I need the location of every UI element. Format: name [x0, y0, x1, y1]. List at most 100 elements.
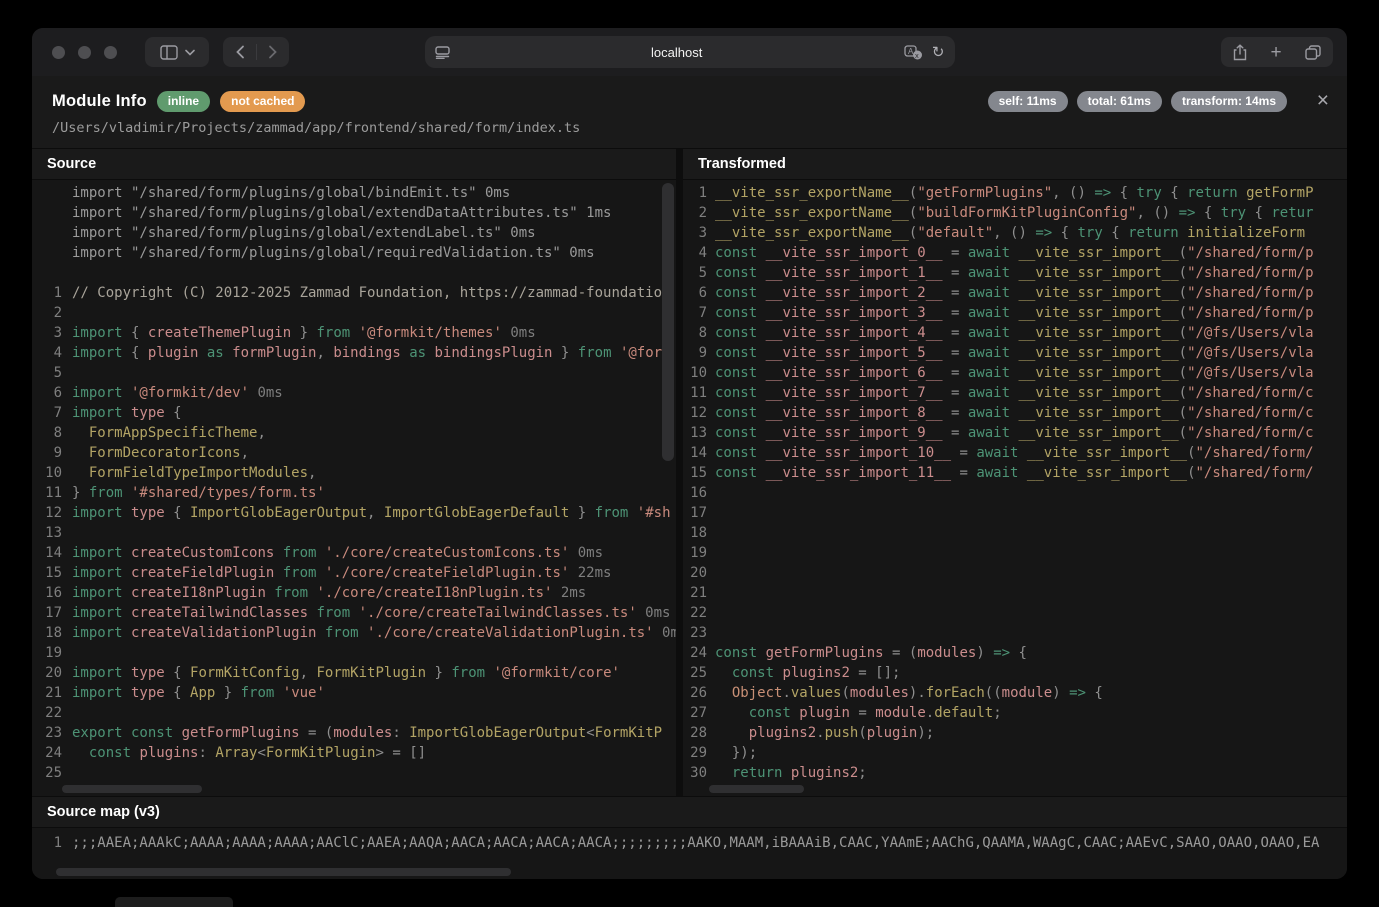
- code-line: 18import createValidationPlugin from './…: [32, 623, 676, 643]
- code-line: 21: [683, 583, 1347, 603]
- line-number: 13: [32, 523, 72, 543]
- code-line: 1__vite_ssr_exportName__("getFormPlugins…: [683, 183, 1347, 203]
- share-icon[interactable]: [1233, 44, 1247, 61]
- back-button[interactable]: [224, 37, 256, 67]
- window-zoom-button[interactable]: [104, 46, 117, 59]
- code-line: 20import type { FormKitConfig, FormKitPl…: [32, 663, 676, 683]
- source-vertical-scrollbar[interactable]: [662, 183, 674, 461]
- line-number: 19: [683, 543, 715, 563]
- transformed-code-area[interactable]: 1__vite_ssr_exportName__("getFormPlugins…: [683, 180, 1347, 796]
- code-text: [72, 363, 676, 383]
- code-text: import "/shared/form/plugins/global/requ…: [72, 243, 676, 263]
- sourcemap-horizontal-scrollbar[interactable]: [56, 868, 511, 876]
- code-line: 19: [32, 643, 676, 663]
- line-number: 11: [683, 383, 715, 403]
- transformed-horizontal-scrollbar[interactable]: [709, 785, 804, 793]
- code-line: 23export const getFormPlugins = (modules…: [32, 723, 676, 743]
- sidebar-toggle-button[interactable]: [145, 37, 209, 67]
- code-text: [72, 263, 676, 283]
- code-text: [72, 643, 676, 663]
- code-line: 22: [683, 603, 1347, 623]
- line-number: 25: [683, 663, 715, 683]
- code-line: 27 const plugin = module.default;: [683, 703, 1347, 723]
- code-line: 13const __vite_ssr_import_9__ = await __…: [683, 423, 1347, 443]
- close-icon[interactable]: ×: [1317, 90, 1329, 111]
- code-line: 30 return plugins2;: [683, 763, 1347, 783]
- code-line: 29 });: [683, 743, 1347, 763]
- line-number: 20: [32, 663, 72, 683]
- code-line: 16import createI18nPlugin from './core/c…: [32, 583, 676, 603]
- code-line: 7import type {: [32, 403, 676, 423]
- source-panel: Source import "/shared/form/plugins/glob…: [32, 149, 683, 796]
- code-text: const plugins2 = [];: [715, 663, 1347, 683]
- module-content: Source import "/shared/form/plugins/glob…: [32, 148, 1347, 879]
- code-text: import { createThemePlugin } from '@form…: [72, 323, 676, 343]
- code-text: ;;;AAEA;AAAkC;AAAA;AAAA;AAAA;AAClC;AAEA;…: [72, 833, 1347, 853]
- address-bar[interactable]: localhost A x ↻: [425, 36, 955, 68]
- line-number: 3: [683, 223, 715, 243]
- code-line: 14const __vite_ssr_import_10__ = await _…: [683, 443, 1347, 463]
- timing-self: self: 11ms: [988, 91, 1068, 112]
- line-number: 16: [683, 483, 715, 503]
- line-number: 16: [32, 583, 72, 603]
- code-text: import "/shared/form/plugins/global/exte…: [72, 223, 676, 243]
- source-horizontal-scrollbar[interactable]: [62, 785, 202, 793]
- line-number: 23: [32, 723, 72, 743]
- line-number: 9: [683, 343, 715, 363]
- code-text: import createTailwindClasses from './cor…: [72, 603, 676, 623]
- source-code-area[interactable]: import "/shared/form/plugins/global/bind…: [32, 180, 676, 796]
- forward-button[interactable]: [257, 37, 289, 67]
- browser-window: localhost A x ↻: [32, 28, 1347, 879]
- line-number: 19: [32, 643, 72, 663]
- page-title: Module Info: [52, 92, 147, 111]
- line-number: 30: [683, 763, 715, 783]
- code-text: import type {: [72, 403, 676, 423]
- line-number: 4: [683, 243, 715, 263]
- code-text: const __vite_ssr_import_4__ = await __vi…: [715, 323, 1347, 343]
- line-number: 8: [32, 423, 72, 443]
- code-text: import "/shared/form/plugins/global/exte…: [72, 203, 676, 223]
- line-number: [32, 263, 72, 283]
- code-text: const __vite_ssr_import_7__ = await __vi…: [715, 383, 1347, 403]
- code-text: const __vite_ssr_import_3__ = await __vi…: [715, 303, 1347, 323]
- sourcemap-code-area[interactable]: 1;;;AAEA;AAAkC;AAAA;AAAA;AAAA;AAClC;AAEA…: [32, 828, 1347, 879]
- translate-icon[interactable]: A x: [904, 45, 923, 60]
- window-close-button[interactable]: [52, 46, 65, 59]
- code-text: import createFieldPlugin from './core/cr…: [72, 563, 676, 583]
- code-text: });: [715, 743, 1347, 763]
- code-text: import { plugin as formPlugin, bindings …: [72, 343, 676, 363]
- line-number: 2: [683, 203, 715, 223]
- code-line: 25 const plugins2 = [];: [683, 663, 1347, 683]
- code-text: [72, 523, 676, 543]
- chevron-down-icon: [185, 49, 195, 56]
- code-line: 24const getFormPlugins = (modules) => {: [683, 643, 1347, 663]
- code-text: const __vite_ssr_import_9__ = await __vi…: [715, 423, 1347, 443]
- line-number: 24: [683, 643, 715, 663]
- reader-icon[interactable]: [435, 46, 450, 59]
- code-line: 14import createCustomIcons from './core/…: [32, 543, 676, 563]
- code-line: 1// Copyright (C) 2012-2025 Zammad Found…: [32, 283, 676, 303]
- code-text: __vite_ssr_exportName__("default", () =>…: [715, 223, 1347, 243]
- line-number: 15: [32, 563, 72, 583]
- code-text: [715, 543, 1347, 563]
- tab-overview-icon[interactable]: [1305, 45, 1321, 60]
- code-line: 6const __vite_ssr_import_2__ = await __v…: [683, 283, 1347, 303]
- code-line: [32, 263, 676, 283]
- line-number: 21: [683, 583, 715, 603]
- window-minimize-button[interactable]: [78, 46, 91, 59]
- code-line: 10 FormFieldTypeImportModules,: [32, 463, 676, 483]
- line-number: 12: [683, 403, 715, 423]
- code-line: 20: [683, 563, 1347, 583]
- code-line: 25: [32, 763, 676, 783]
- line-number: 23: [683, 623, 715, 643]
- code-text: const __vite_ssr_import_0__ = await __vi…: [715, 243, 1347, 263]
- code-line: 3import { createThemePlugin } from '@for…: [32, 323, 676, 343]
- line-number: 13: [683, 423, 715, 443]
- code-text: return plugins2;: [715, 763, 1347, 783]
- navigation-buttons: [223, 37, 289, 67]
- reload-icon[interactable]: ↻: [932, 43, 945, 61]
- line-number: 21: [32, 683, 72, 703]
- timing-total: total: 61ms: [1077, 91, 1162, 112]
- new-tab-icon[interactable]: +: [1270, 43, 1281, 62]
- code-line: 10const __vite_ssr_import_6__ = await __…: [683, 363, 1347, 383]
